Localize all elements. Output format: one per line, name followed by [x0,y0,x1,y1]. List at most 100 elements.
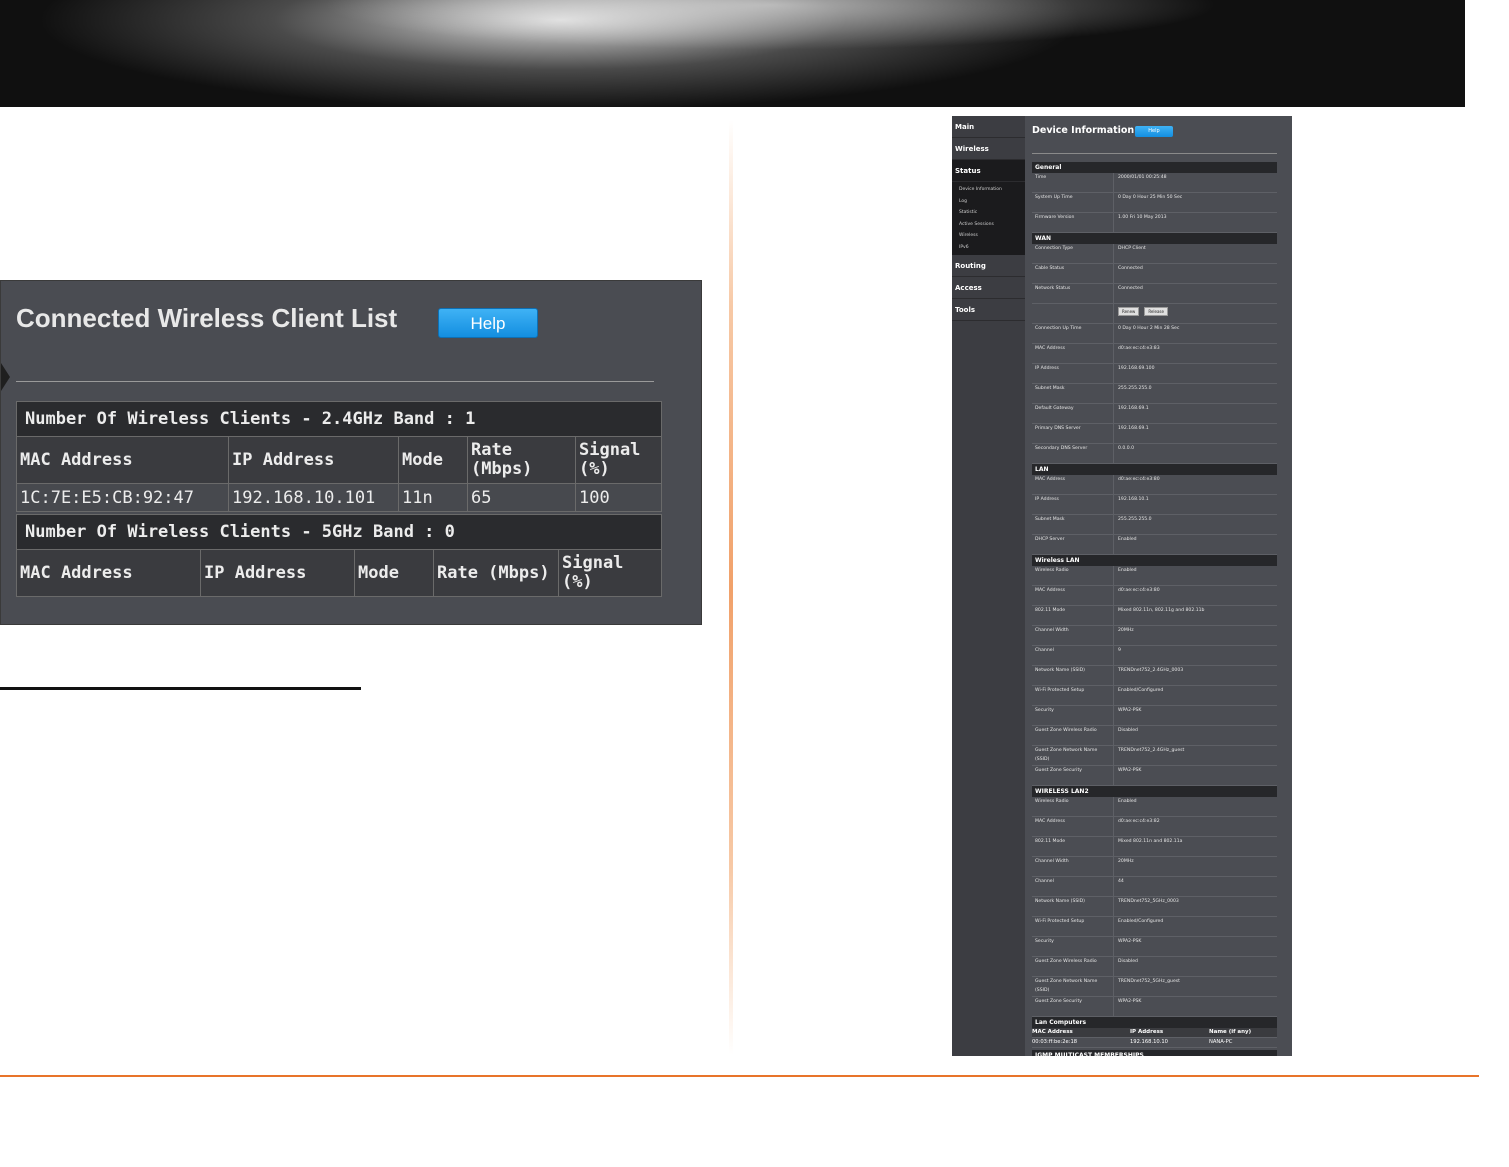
info-label: Guest Zone Network Name (SSID) [1032,977,1114,996]
info-row: Secondary DNS Server 0.0.0.0 [1032,444,1277,464]
info-label: Security [1032,937,1114,956]
info-label: Cable Status [1032,264,1114,283]
info-label [1032,304,1114,323]
info-row: Firmware Version 1.00 Fri 10 May 2013 [1032,213,1277,233]
section-header: WIRELESS LAN2 [1032,786,1277,797]
info-label: 802.11 Mode [1032,837,1114,856]
info-value: Mixed 802.11n, 802.11g and 802.11b [1118,608,1205,613]
info-value: Connected [1118,266,1143,271]
info-label: Subnet Mask [1032,515,1114,534]
info-label: Security [1032,706,1114,725]
info-label: Guest Zone Wireless Radio [1032,957,1114,976]
info-value: d0:ae:ec:c4:e3:80 [1118,588,1160,593]
sidebar-item-routing[interactable]: Routing [952,255,1025,277]
info-row: MAC Address d0:ae:ec:c4:e3:83 [1032,344,1277,364]
info-row: 802.11 Mode Mixed 802.11n and 802.11a [1032,837,1277,857]
info-value: TRENDnet752_5GHz_0003 [1118,899,1179,904]
info-label: Network Name (SSID) [1032,666,1114,685]
info-row: Subnet Mask 255.255.255.0 [1032,515,1277,535]
menu-pointer-icon [1,363,10,391]
info-label: Wi-Fi Protected Setup [1032,686,1114,705]
info-value: 0.0.0.0 [1118,446,1135,451]
renew-button[interactable]: Renew [1118,307,1140,316]
submenu-wireless[interactable]: Wireless [959,230,1025,242]
table-cell: NANA-PC [1209,1039,1233,1045]
info-label: IP Address [1032,364,1114,383]
title-divider [16,381,654,382]
info-value: 20MHz [1118,859,1134,864]
info-value: Enabled/Configured [1118,688,1164,693]
cell-mode: 11n [398,483,468,512]
info-row: Wi-Fi Protected Setup Enabled/Configured [1032,686,1277,706]
info-label: Firmware Version [1032,213,1114,232]
info-value: WPA2-PSK [1118,939,1142,944]
info-label: Connection Up Time [1032,324,1114,343]
device-info-title: Device Information [1032,125,1135,136]
section-header: WAN [1032,233,1277,244]
info-row: Network Name (SSID) TRENDnet752_2.4GHz_00… [1032,666,1277,686]
sidebar-item-main[interactable]: Main [952,116,1025,138]
submenu-log[interactable]: Log [959,196,1025,208]
sidebar: Main Wireless Status Device Information … [952,116,1025,1056]
table-cell: 00:03:ff:be:2e:18 [1032,1039,1078,1045]
cell-ip: 192.168.10.101 [228,483,399,512]
info-row: Wi-Fi Protected Setup Enabled/Configured [1032,917,1277,937]
device-help-button[interactable]: Help [1135,126,1173,137]
info-row: Channel 9 [1032,646,1277,666]
submenu-ipv6[interactable]: IPv6 [959,242,1025,254]
table-row: 00:03:ff:be:2e:18 192.168.10.10 NANA-PC [1032,1038,1277,1048]
cell-mac: 1C:7E:E5:CB:92:47 [16,483,229,512]
info-label: Wireless Radio [1032,566,1114,585]
info-label: Guest Zone Security [1032,997,1114,1016]
info-label: Guest Zone Security [1032,766,1114,785]
info-value: Renew Release [1114,304,1277,323]
info-label: Channel [1032,646,1114,665]
sidebar-item-tools[interactable]: Tools [952,299,1025,321]
info-label: MAC Address [1032,475,1114,494]
info-value: 0 Day 0 Hour 25 Min 50 Sec [1118,195,1183,200]
info-row: Cable Status Connected [1032,264,1277,284]
submenu-active-sessions[interactable]: Active Sessions [959,219,1025,231]
info-value: Disabled [1118,728,1138,733]
info-value: Enabled [1118,799,1137,804]
info-row: Wireless Radio Enabled [1032,797,1277,817]
sidebar-item-wireless[interactable]: Wireless [952,138,1025,160]
info-label: Wireless Radio [1032,797,1114,816]
info-row: Guest Zone Security WPA2-PSK [1032,997,1277,1017]
sidebar-item-access[interactable]: Access [952,277,1025,299]
info-value: 255.255.255.0 [1118,517,1152,522]
info-row: Network Status Connected [1032,284,1277,304]
sidebar-item-status[interactable]: Status [952,160,1025,182]
info-row: 802.11 Mode Mixed 802.11n, 802.11g and 80… [1032,606,1277,626]
info-value: d0:ae:ec:c4:e3:82 [1118,819,1160,824]
info-row: Primary DNS Server 192.168.69.1 [1032,424,1277,444]
info-row: Guest Zone Network Name (SSID) TRENDnet75… [1032,746,1277,766]
section-header: General [1032,162,1277,173]
lan-computers-header: MAC Address IP Address Name (if any) [1032,1028,1277,1038]
col-rate: Rate (Mbps) [467,436,576,484]
submenu-device-information[interactable]: Device Information [959,184,1025,196]
info-value: d0:ae:ec:c4:e3:80 [1118,477,1160,482]
help-button[interactable]: Help [438,308,538,338]
info-label: Subnet Mask [1032,384,1114,403]
info-value: DHCP Client [1118,246,1146,251]
device-info-content: General Time 2000/01/01 00:25:48 System Up … [1032,162,1277,1056]
info-label: System Up Time [1032,193,1114,212]
info-row: IP Address 192.168.69.100 [1032,364,1277,384]
cell-rate: 65 [467,483,576,512]
col-signal: Signal (%) [575,436,662,484]
info-row: Connection Type DHCP Client [1032,244,1277,264]
info-label: DHCP Server [1032,535,1114,554]
submenu-statistic[interactable]: Statistic [959,207,1025,219]
band-24-table: Number Of Wireless Clients - 2.4GHz Band… [16,401,662,512]
info-label: Network Name (SSID) [1032,897,1114,916]
info-value: 192.168.69.1 [1118,426,1149,431]
release-button[interactable]: Release [1144,307,1168,316]
info-row: Channel Width 20MHz [1032,626,1277,646]
table-row: 1C:7E:E5:CB:92:47 192.168.10.101 11n 65 … [16,483,662,512]
info-label: IP Address [1032,495,1114,514]
info-value: 192.168.69.100 [1118,366,1155,371]
info-value: Mixed 802.11n and 802.11a [1118,839,1183,844]
info-row: Guest Zone Network Name (SSID) TRENDnet75… [1032,977,1277,997]
info-label: Primary DNS Server [1032,424,1114,443]
